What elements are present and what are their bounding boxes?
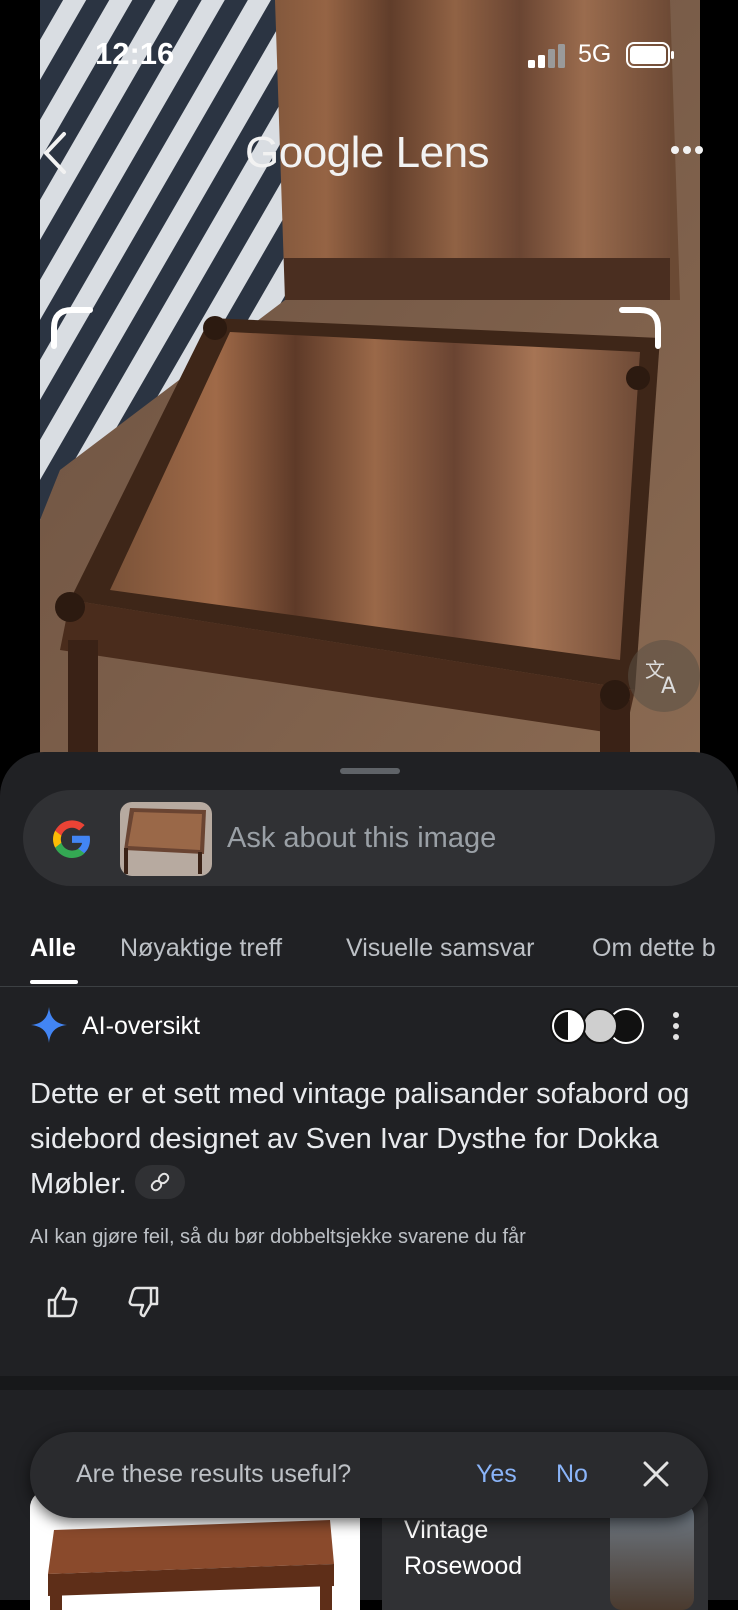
source-avatars-icon[interactable] — [548, 1006, 644, 1046]
thumbs-up-icon[interactable] — [46, 1284, 82, 1320]
ai-answer-text: Dette er et sett med vintage palisander … — [30, 1078, 690, 1200]
feedback-yes-button[interactable]: Yes — [476, 1460, 517, 1489]
query-image-thumbnail[interactable] — [120, 802, 212, 876]
tab-alle[interactable]: Alle — [30, 934, 76, 963]
crop-corner-top-right-icon[interactable] — [618, 306, 662, 350]
translate-icon: 文 A — [645, 658, 676, 697]
signal-icon — [528, 44, 565, 68]
close-icon[interactable] — [642, 1460, 670, 1488]
svg-text:A: A — [661, 674, 676, 697]
feedback-snackbar: Are these results useful? Yes No — [30, 1432, 708, 1518]
page-title: Google Lens — [245, 128, 490, 178]
link-icon — [150, 1173, 169, 1192]
active-tab-indicator — [30, 980, 78, 984]
result-title-2: Vintage Rosewood — [404, 1516, 523, 1580]
ai-overview-title: AI-oversikt — [82, 1012, 201, 1040]
status-bar: 12:16 5G — [0, 0, 738, 100]
google-g-icon — [53, 820, 90, 858]
title-google: Google — [245, 128, 384, 177]
tab-exact-matches[interactable]: Nøyaktige treff — [120, 934, 282, 963]
ai-disclaimer: AI kan gjøre feil, så du bør dobbeltsjek… — [30, 1226, 526, 1248]
ask-search-bar[interactable]: Ask about this image — [23, 790, 715, 886]
source-link-chip[interactable] — [134, 1165, 185, 1200]
ask-input[interactable]: Ask about this image — [227, 822, 496, 855]
network-label: 5G — [578, 40, 612, 68]
feedback-no-button[interactable]: No — [556, 1460, 588, 1489]
crop-corner-top-left-icon[interactable] — [50, 306, 94, 350]
battery-icon — [626, 42, 674, 68]
tab-about-this[interactable]: Om dette b — [592, 934, 716, 963]
more-options-icon[interactable] — [670, 140, 704, 160]
query-photo — [40, 0, 700, 760]
title-lens: Lens — [395, 128, 490, 177]
drag-handle[interactable] — [340, 768, 400, 774]
status-time: 12:16 — [95, 36, 175, 71]
ai-sparkle-icon — [31, 1007, 67, 1043]
translate-button[interactable]: 文 A — [628, 640, 700, 712]
result-tabs: Alle Nøyaktige treff Visuelle samsvar Om… — [0, 922, 738, 987]
tab-visual-matches[interactable]: Visuelle samsvar — [346, 934, 535, 963]
feedback-question: Are these results useful? — [76, 1460, 352, 1488]
thumbs-down-icon[interactable] — [124, 1284, 160, 1320]
section-divider — [0, 1376, 738, 1390]
ai-overview-menu-icon[interactable] — [670, 1010, 682, 1042]
ai-overview-header: AI-oversikt — [30, 1006, 710, 1046]
result-thumbnail-2 — [610, 1504, 694, 1610]
ai-overview-answer: Dette er et sett med vintage palisander … — [30, 1072, 710, 1207]
back-arrow-icon[interactable] — [40, 130, 70, 176]
